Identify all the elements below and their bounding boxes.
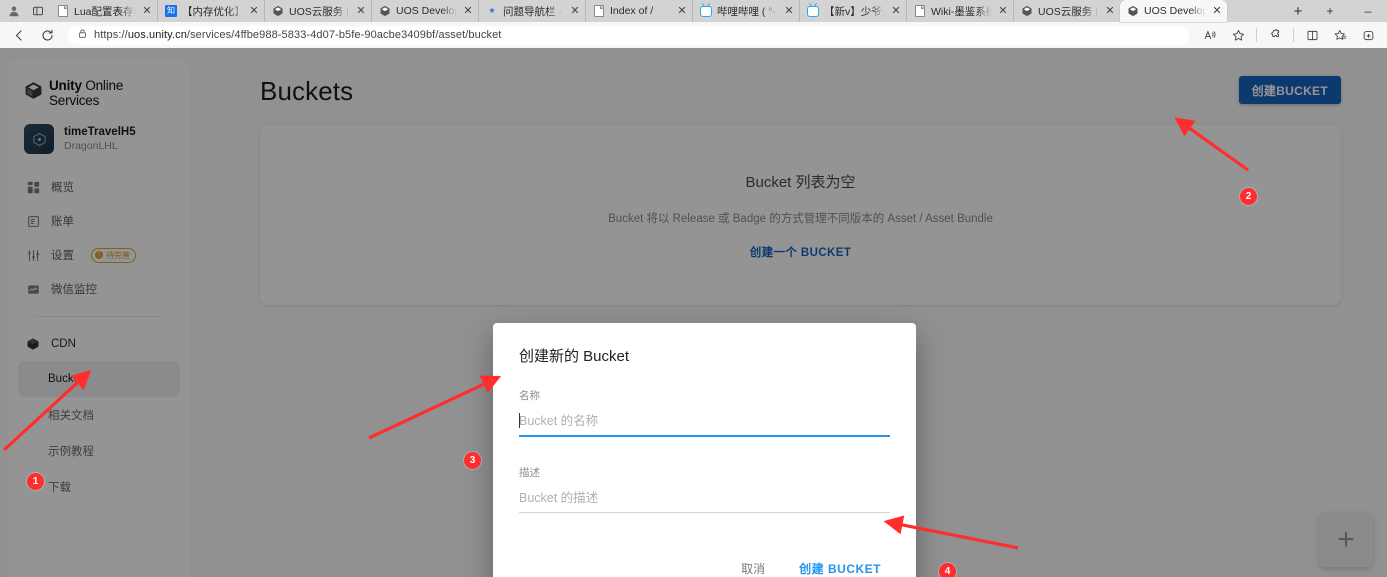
close-icon[interactable]: ✕ (569, 5, 581, 17)
browser-tab[interactable]: UOS云服务 | Un ✕ (1013, 0, 1120, 22)
dialog-actions: 取消 创建 BUCKET (493, 553, 916, 577)
back-arrow-icon[interactable] (6, 23, 32, 47)
window-controls: + – (1311, 0, 1387, 22)
new-tab-button[interactable]: + (1285, 0, 1311, 22)
tab-title: Wiki-墨鉴系统 (931, 5, 992, 18)
close-icon[interactable]: ✕ (462, 5, 474, 17)
tab-strip-left-controls (0, 0, 50, 22)
bilibili-icon (700, 5, 712, 17)
toolbar-right-actions (1197, 23, 1381, 47)
tab-title: UOS云服务 | Un (1038, 5, 1099, 18)
toolbar-divider (1256, 28, 1257, 42)
close-icon[interactable]: ✕ (783, 5, 795, 17)
confirm-create-bucket-button[interactable]: 创建 BUCKET (790, 553, 890, 577)
description-field-label: 描述 (519, 467, 540, 479)
add-to-browser-icon[interactable] (1355, 23, 1381, 47)
tab-title: UOS Developer (1144, 5, 1206, 17)
tab-title: Index of / (610, 5, 654, 17)
close-icon[interactable]: ✕ (1104, 5, 1116, 17)
dialog-title: 创建新的 Bucket (519, 348, 630, 365)
tab-strip: Lua配置表存储优化 ✕ 知 【内存优化】Lu ✕ UOS云服务 | Un ✕ (0, 0, 1387, 22)
tab-title: Lua配置表存储优化 (74, 5, 136, 18)
close-icon[interactable]: ✕ (676, 5, 688, 17)
collections-icon[interactable] (1327, 23, 1353, 47)
star-outline-icon[interactable] (1225, 23, 1251, 47)
text-caret (519, 413, 520, 428)
browser-tab[interactable]: ★ 问题导航栏 - 用 ✕ (478, 0, 585, 22)
page-content: Unity Online Services timeTravelH5 Drago… (0, 48, 1387, 577)
close-icon[interactable]: ✕ (141, 5, 153, 17)
browser-tab[interactable]: Wiki-墨鉴系统 ✕ (906, 0, 1013, 22)
browser-window: Lua配置表存储优化 ✕ 知 【内存优化】Lu ✕ UOS云服务 | Un ✕ (0, 0, 1387, 577)
description-field-group: 描述 (519, 465, 890, 513)
tab-title: 【新v】少爷夫 (824, 5, 885, 18)
browser-tab[interactable]: Lua配置表存储优化 ✕ (50, 0, 157, 22)
browser-tab[interactable]: Index of / ✕ (585, 0, 692, 22)
close-icon[interactable]: ✕ (248, 5, 260, 17)
extensions-puzzle-icon[interactable] (1262, 23, 1288, 47)
unity-icon (379, 5, 391, 17)
tab-title: 问题导航栏 - 用 (503, 5, 564, 18)
close-icon[interactable]: ✕ (997, 5, 1009, 17)
toolbar-divider (1293, 28, 1294, 42)
browser-tab[interactable]: 知 【内存优化】Lu ✕ (157, 0, 264, 22)
bilibili-icon (807, 5, 819, 17)
name-field-underline (519, 435, 890, 437)
tab-title: UOS云服务 | Un (289, 5, 350, 18)
tab-search-icon[interactable] (26, 0, 50, 22)
document-icon (593, 5, 605, 17)
cancel-button[interactable]: 取消 (732, 553, 774, 577)
bucket-description-input[interactable] (519, 491, 890, 512)
document-icon (914, 5, 926, 17)
browser-toolbar: https://uos.unity.cn/services/4ffbe988-5… (0, 22, 1387, 48)
unity-icon (1021, 5, 1033, 17)
name-field-group: 名称 (519, 388, 890, 437)
tab-title: 哔哩哔哩 ( °- (717, 5, 777, 18)
document-icon (57, 5, 69, 17)
maximize-icon[interactable]: + (1311, 0, 1349, 22)
web-page: Unity Online Services timeTravelH5 Drago… (0, 48, 1387, 577)
close-icon[interactable]: ✕ (1211, 5, 1223, 17)
description-field-underline (519, 512, 890, 513)
browser-tab[interactable]: UOS云服务 | Un ✕ (264, 0, 371, 22)
browser-tab-active[interactable]: UOS Developer ✕ (1120, 0, 1227, 22)
minimize-icon[interactable]: – (1349, 0, 1387, 22)
unity-icon (272, 5, 284, 17)
split-screen-icon[interactable] (1299, 23, 1325, 47)
reload-icon[interactable] (34, 23, 60, 47)
browser-tab[interactable]: UOS Developer ✕ (371, 0, 478, 22)
read-aloud-icon[interactable] (1197, 23, 1223, 47)
browser-tab[interactable]: 哔哩哔哩 ( °- ✕ (692, 0, 799, 22)
tab-list: Lua配置表存储优化 ✕ 知 【内存优化】Lu ✕ UOS云服务 | Un ✕ (50, 0, 1285, 22)
bucket-name-input[interactable] (519, 414, 890, 435)
create-bucket-dialog: 创建新的 Bucket 名称 描述 取消 创建 BUCKET (493, 323, 916, 577)
name-field-label: 名称 (519, 390, 540, 402)
tab-title: UOS Developer (396, 5, 457, 17)
close-icon[interactable]: ✕ (890, 5, 902, 17)
address-bar[interactable]: https://uos.unity.cn/services/4ffbe988-5… (68, 25, 1189, 45)
unity-icon (1127, 5, 1139, 17)
zhihu-icon: 知 (165, 5, 177, 17)
profile-avatar-icon[interactable] (2, 0, 26, 22)
close-icon[interactable]: ✕ (355, 5, 367, 17)
star-icon: ★ (488, 6, 496, 15)
browser-tab[interactable]: 【新v】少爷夫 ✕ (799, 0, 906, 22)
tab-title: 【内存优化】Lu (182, 5, 243, 18)
lock-icon (77, 28, 88, 42)
address-bar-url: https://uos.unity.cn/services/4ffbe988-5… (94, 29, 502, 41)
